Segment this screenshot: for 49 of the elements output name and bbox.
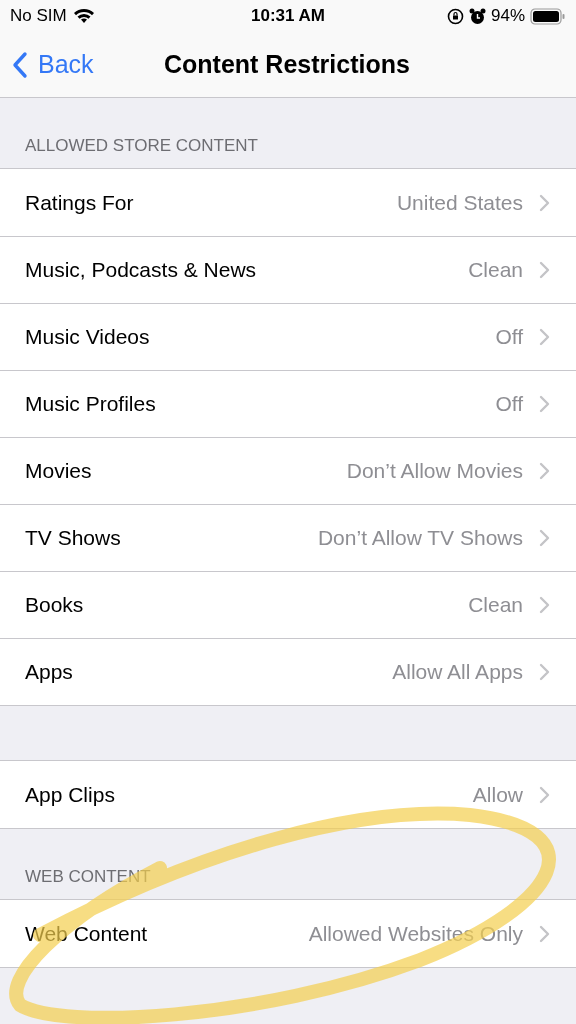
carrier-label: No SIM	[10, 5, 67, 28]
page-title: Content Restrictions	[164, 48, 410, 80]
settings-row[interactable]: Movies Don’t Allow Movies	[0, 437, 576, 504]
row-value: Clean	[468, 257, 523, 284]
row-label: Apps	[25, 659, 73, 686]
row-value: Clean	[468, 592, 523, 619]
chevron-icon	[539, 663, 550, 681]
settings-row[interactable]: Music Profiles Off	[0, 370, 576, 437]
rotation-lock-icon	[446, 7, 464, 25]
settings-row[interactable]: Ratings For United States	[0, 169, 576, 236]
wifi-icon	[72, 8, 95, 24]
settings-row[interactable]: App Clips Allow	[0, 761, 576, 828]
section-header: ALLOWED STORE CONTENT	[25, 134, 258, 157]
row-value: Don’t Allow TV Shows	[317, 525, 523, 552]
chevron-icon	[539, 462, 550, 480]
settings-row[interactable]: Music Videos Off	[0, 303, 576, 370]
settings-row[interactable]: Apps Allow All Apps	[0, 638, 576, 705]
row-label: Web Content	[25, 920, 148, 947]
row-label: Music Videos	[25, 324, 150, 351]
row-value: Allow	[472, 781, 523, 808]
back-chevron-icon	[12, 50, 28, 79]
row-value: Off	[495, 391, 523, 418]
chevron-icon	[539, 395, 550, 413]
back-button[interactable]: Back	[0, 45, 94, 84]
settings-row[interactable]: Books Clean	[0, 571, 576, 638]
row-value: United States	[396, 189, 523, 216]
chevron-icon	[539, 924, 550, 943]
row-label: Music Profiles	[25, 391, 156, 418]
chevron-icon	[539, 328, 550, 346]
row-label: App Clips	[25, 781, 115, 808]
row-label: Movies	[25, 458, 92, 485]
chevron-icon	[539, 261, 550, 279]
chevron-icon	[539, 529, 550, 547]
row-value: Allow All Apps	[392, 659, 523, 686]
row-label: TV Shows	[25, 525, 121, 552]
row-label: Music, Podcasts & News	[25, 257, 257, 284]
row-value: Off	[495, 324, 523, 351]
settings-row[interactable]: Music, Podcasts & News Clean	[0, 236, 576, 303]
clock-time: 10:31 AM	[251, 5, 325, 28]
chevron-icon	[539, 193, 550, 212]
alarm-clock-icon	[468, 7, 486, 25]
chevron-icon	[539, 596, 550, 614]
row-label: Ratings For	[25, 189, 134, 216]
battery-percent: 94%	[490, 5, 525, 28]
row-value: Don’t Allow Movies	[346, 458, 523, 485]
chevron-icon	[539, 785, 550, 804]
row-label: Books	[25, 592, 84, 619]
battery-icon	[530, 7, 566, 25]
settings-row[interactable]: TV Shows Don’t Allow TV Shows	[0, 504, 576, 571]
